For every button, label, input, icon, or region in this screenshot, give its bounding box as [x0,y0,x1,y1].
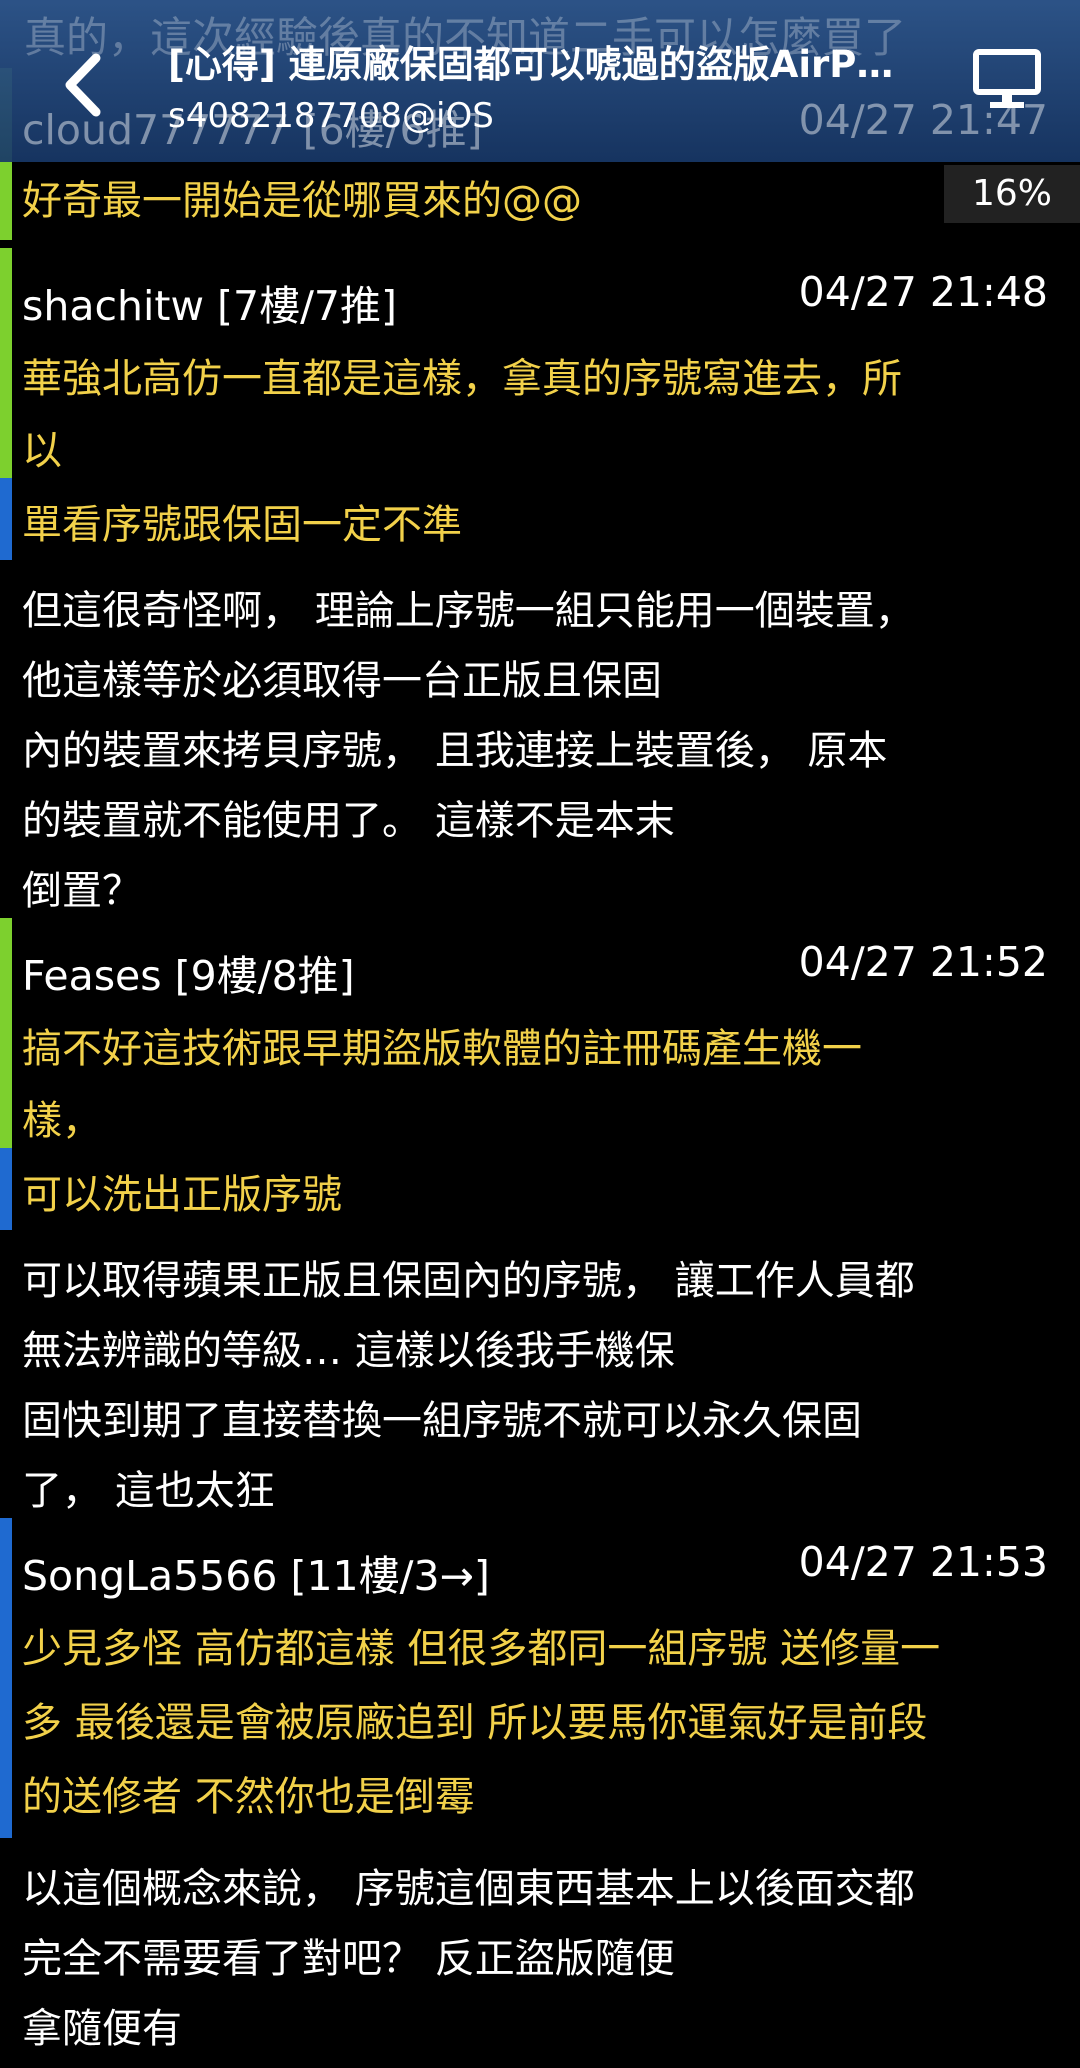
comment-time: 04/27 21:53 [798,1538,1048,1586]
push-text-line: 單看序號跟保固一定不準 [22,502,462,548]
push-type-bar [0,918,12,1148]
push-text-line: 搞不好這技術跟早期盜版軟體的註冊碼產生機一 [22,1026,862,1072]
reply-text-line: 固快到期了直接替換一組序號不就可以永久保固 [22,1398,862,1444]
reply-text-line: 無法辨識的等級… 這樣以後我手機保 [22,1328,675,1374]
push-text-line: 少見多怪 高仿都這樣 但很多都同一組序號 送修量一 [22,1626,941,1672]
reply-text-line: 可以取得蘋果正版且保固內的序號， 讓工作人員都 [22,1258,915,1304]
push-text-line: 樣， [22,1098,102,1144]
push-type-bar [0,1148,12,1230]
comment-author: shachitw [7樓/7推] [22,282,398,330]
reply-text-line: 完全不需要看了對吧？ 反正盜版隨便 [22,1936,675,1982]
push-type-bar [0,1518,12,1838]
push-text-line: 華強北高仿一直都是這樣，拿真的序號寫進去，所 [22,356,902,402]
comment-author: Feases [9樓/8推] [22,952,355,1000]
push-type-bar [0,478,12,560]
comment-author: SongLa5566 [11樓/3→] [22,1552,490,1600]
push-text-line: 的送修者 不然你也是倒霉 [22,1774,475,1820]
author-subtitle: s4082187708@iOS [168,96,494,136]
reply-text-line: 倒置？ [22,868,142,914]
push-type-bar [0,248,12,478]
reply-text-line: 內的裝置來拷貝序號， 且我連接上裝置後， 原本 [22,728,888,774]
push-text-line: 可以洗出正版序號 [22,1172,342,1218]
push-text-line: 多 最後還是會被原廠追到 所以要馬你運氣好是前段 [22,1700,928,1746]
page-title: [心得] 連原廠保固都可以唬過的盜版AirP… [168,43,894,86]
reply-text-line: 但這很奇怪啊， 理論上序號一組只能用一個裝置， [22,588,915,634]
push-text-line: 好奇最一開始是從哪買來的@@ [22,178,582,224]
screen: 真的，這次經驗後真的不知道二手可以怎麼買了 cloud777777 [6樓/6推… [0,0,1080,2068]
top-app-bar: 真的，這次經驗後真的不知道二手可以怎麼買了 cloud777777 [6樓/6推… [0,0,1080,162]
reply-text-line: 他這樣等於必須取得一台正版且保固 [22,658,662,704]
monitor-icon[interactable] [972,46,1042,116]
comment-time: 04/27 21:48 [798,268,1048,316]
reply-text-line: 以這個概念來說， 序號這個東西基本上以後面交都 [22,1866,915,1912]
reading-progress-badge: 16% [944,165,1080,223]
push-text-line: 以 [22,428,62,474]
chevron-left-icon[interactable] [58,50,108,120]
reply-text-line: 了， 這也太狂 [22,1468,275,1514]
reply-text-line: 的裝置就不能使用了。 這樣不是本末 [22,798,675,844]
comment-time: 04/27 21:52 [798,938,1048,986]
reply-text-line: 拿隨便有 [22,2006,182,2052]
